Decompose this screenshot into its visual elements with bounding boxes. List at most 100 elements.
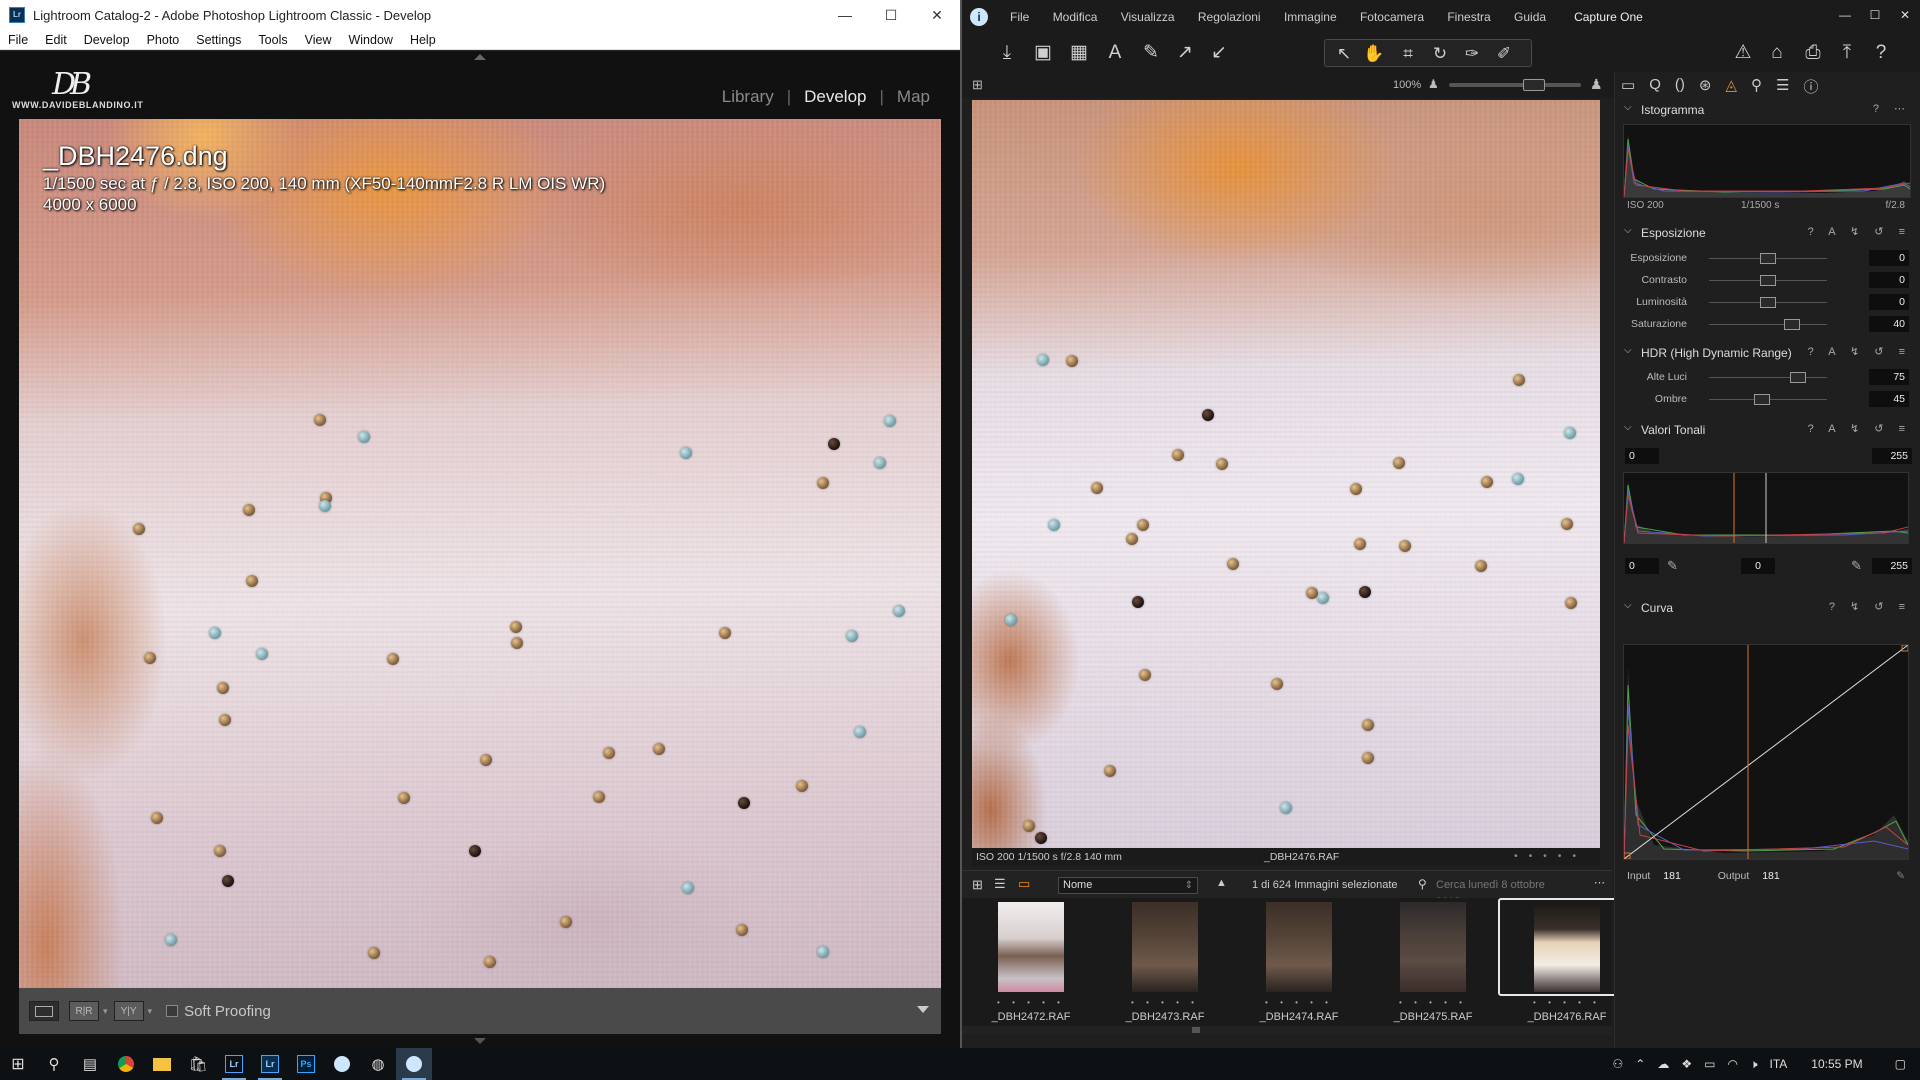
menu-regolazioni[interactable]: Regolazioni (1188, 10, 1271, 24)
filmstrip-scrollbar[interactable] (962, 1026, 1612, 1034)
curve-header[interactable]: ⌵ Curva ? ↯ ↺ ≡ (1621, 600, 1913, 618)
details-tab-icon[interactable]: ⚲ (1751, 76, 1762, 96)
export-icon[interactable]: ⤒ (1834, 40, 1860, 66)
picker-icon[interactable]: ✑ (1459, 41, 1485, 67)
metadata-tab-icon[interactable]: ☰ (1776, 76, 1789, 96)
people-icon[interactable]: ⚇ (1607, 1057, 1630, 1071)
file-explorer-icon[interactable] (144, 1048, 180, 1080)
chevron-down-icon[interactable]: ▾ (103, 1006, 108, 1017)
brush-icon[interactable]: ✎ (1138, 40, 1164, 66)
viewer-rating-stars[interactable]: • • • • • (1514, 850, 1580, 862)
wifi-icon[interactable]: ◠ (1721, 1057, 1743, 1071)
exposure-value-field[interactable]: 0 (1869, 294, 1909, 310)
apply-adjustments-icon[interactable]: ↗ (1172, 40, 1198, 66)
apply-icon[interactable]: ✐ (1491, 41, 1517, 67)
collapse-filmstrip-icon[interactable] (474, 1038, 486, 1044)
exposure-header[interactable]: ⌵ Esposizione ? A ↯ ↺ ≡ (1621, 225, 1913, 243)
exposure-value-field[interactable]: 0 (1869, 250, 1909, 266)
menu-guida[interactable]: Guida (1504, 10, 1556, 24)
thumbnail-rating[interactable]: • • • • • (1502, 998, 1632, 1007)
start-button[interactable]: ⊞ (0, 1048, 36, 1080)
tag-icon[interactable]: ⌂ (1764, 40, 1790, 66)
language-indicator[interactable]: ITA (1764, 1057, 1794, 1071)
lens-tab-icon[interactable]: () (1675, 76, 1685, 96)
collapse-top-panel-icon[interactable] (474, 54, 486, 60)
lightroom-photo-viewer[interactable]: _DBH2476.dng 1/1500 sec at ƒ / 2.8, ISO … (19, 119, 941, 988)
loupe-view-button[interactable] (29, 1001, 59, 1021)
exposure-value-field[interactable]: 40 (1869, 316, 1909, 332)
live-view-icon[interactable]: ▦ (1066, 40, 1092, 66)
sort-select[interactable]: Nome (1058, 877, 1198, 894)
menu-tools[interactable]: Tools (250, 33, 296, 47)
menu-help[interactable]: Help (402, 33, 445, 47)
exposure-value-field[interactable]: 0 (1869, 272, 1909, 288)
hdr-slider-knob[interactable] (1789, 372, 1806, 383)
levels-output-low[interactable]: 0 (1625, 558, 1659, 574)
captureone-photo-viewer[interactable] (972, 100, 1600, 848)
chevron-down-icon[interactable]: ⌵ (1624, 422, 1632, 433)
rotate-icon[interactable]: ↻ (1427, 41, 1453, 67)
battery-icon[interactable]: ▭ (1698, 1057, 1721, 1071)
eyedropper-icon[interactable]: ✎ (1667, 558, 1678, 574)
eyedropper-icon[interactable]: ✎ (1851, 558, 1862, 574)
chrome-icon[interactable] (108, 1048, 144, 1080)
curve-picker-icon[interactable]: ✎ (1896, 870, 1905, 882)
module-develop[interactable]: Develop (804, 87, 866, 107)
chevron-down-icon[interactable]: ▾ (148, 1006, 153, 1017)
menu-develop[interactable]: Develop (76, 33, 139, 47)
exposure-slider-knob[interactable] (1783, 319, 1800, 330)
minimize-button[interactable]: — (822, 0, 868, 30)
exposure-tab-icon[interactable]: ◬ (1725, 76, 1737, 96)
sort-direction-icon[interactable]: ▲ (1216, 877, 1227, 889)
more-options-icon[interactable]: ⋯ (1594, 876, 1605, 889)
info-tab-icon[interactable]: ⓘ (1803, 76, 1818, 96)
levels-output-high[interactable]: 255 (1872, 558, 1912, 574)
section-actions[interactable]: ? A ↯ ↺ ≡ (1808, 225, 1911, 238)
section-actions[interactable]: ? A ↯ ↺ ≡ (1808, 345, 1911, 358)
hdr-value-field[interactable]: 75 (1869, 369, 1909, 385)
capture-icon[interactable]: ▣ (1030, 40, 1056, 66)
levels-input-low[interactable]: 0 (1625, 448, 1659, 464)
print-icon[interactable]: ⎙ (1800, 40, 1826, 66)
thumbnail-rating[interactable]: • • • • • (1368, 998, 1498, 1007)
levels-header[interactable]: ⌵ Valori Tonali ? A ↯ ↺ ≡ (1621, 422, 1913, 440)
histogram-header[interactable]: ⌵ Istogramma ? ⋯ (1621, 102, 1913, 120)
menu-window[interactable]: Window (340, 33, 401, 47)
maximize-button[interactable]: ☐ (1860, 0, 1890, 30)
list-view-icon[interactable]: ☰ (994, 876, 1006, 892)
menu-edit[interactable]: Edit (37, 33, 76, 47)
help-icon[interactable]: ? (1868, 40, 1894, 66)
copy-adjustments-icon[interactable]: ↙ (1206, 40, 1232, 66)
chevron-down-icon[interactable]: ⌵ (1624, 225, 1632, 236)
module-library[interactable]: Library (722, 87, 774, 107)
menu-finestra[interactable]: Finestra (1437, 10, 1500, 24)
menu-file[interactable]: File (0, 33, 37, 47)
zoom-slider-knob[interactable] (1523, 79, 1545, 91)
grid-view-icon[interactable]: ⊞ (972, 77, 983, 93)
pan-hand-icon[interactable]: ✋ (1361, 41, 1387, 67)
toolbar-options-icon[interactable] (917, 1006, 929, 1013)
color-tab-icon[interactable]: ⊛ (1699, 76, 1712, 96)
exposure-slider-knob[interactable] (1760, 297, 1776, 308)
exposure-slider-knob[interactable] (1760, 275, 1776, 286)
menu-modifica[interactable]: Modifica (1043, 10, 1108, 24)
thumbnail-rating[interactable]: • • • • • (1234, 998, 1364, 1007)
filmstrip-view-icon[interactable]: ▭ (1018, 876, 1030, 892)
hdr-slider[interactable] (1709, 377, 1827, 378)
menu-settings[interactable]: Settings (188, 33, 250, 47)
menu-visualizza[interactable]: Visualizza (1111, 10, 1185, 24)
thumbnail-rating[interactable]: • • • • • (966, 998, 1096, 1007)
capture-tab-icon[interactable]: Q (1649, 76, 1661, 96)
menu-photo[interactable]: Photo (139, 33, 189, 47)
soft-proofing-toggle[interactable]: Soft Proofing (166, 1003, 271, 1020)
crop-icon[interactable]: ⌗ (1395, 41, 1421, 67)
hdr-header[interactable]: ⌵ HDR (High Dynamic Range) ? A ↯ ↺ ≡ (1621, 345, 1913, 363)
hdr-slider-knob[interactable] (1754, 394, 1771, 405)
thumbnail[interactable]: • • • • • _DBH2472.RAF (966, 902, 1096, 1023)
module-map[interactable]: Map (897, 87, 930, 107)
levels-graph[interactable] (1623, 472, 1909, 544)
levels-input-high[interactable]: 255 (1872, 448, 1912, 464)
warning-icon[interactable]: ⚠ (1730, 40, 1756, 66)
minimize-button[interactable]: — (1830, 0, 1860, 30)
captureone-taskbar-icon[interactable] (324, 1048, 360, 1080)
